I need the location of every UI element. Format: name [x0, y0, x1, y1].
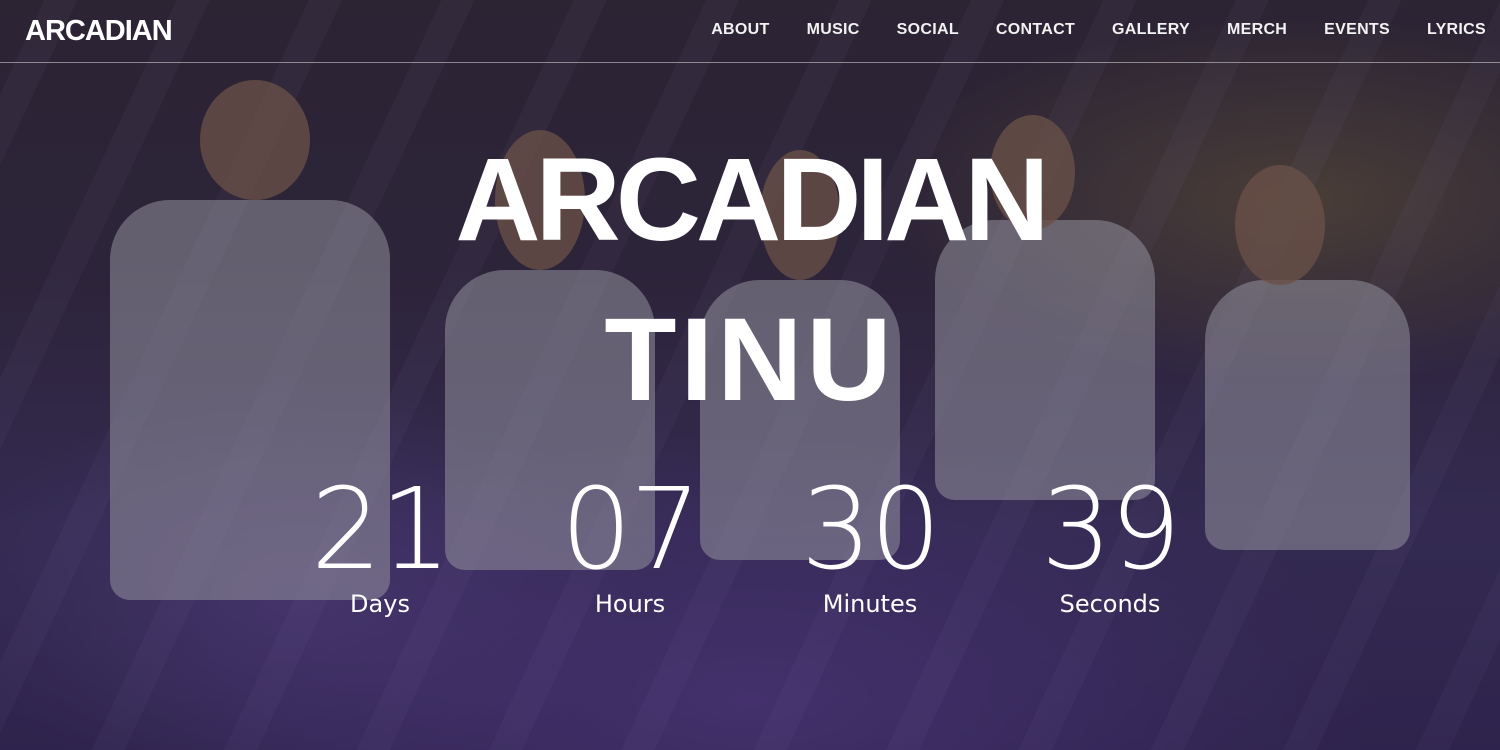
- countdown-hours: 07 Hours: [520, 470, 740, 618]
- nav-lyrics[interactable]: LYRICS: [1427, 21, 1486, 39]
- site-logo[interactable]: ARCADIAN: [25, 14, 173, 48]
- seconds-value: 39: [1040, 465, 1182, 595]
- hours-value: 07: [560, 465, 702, 595]
- seconds-label: Seconds: [1059, 590, 1161, 618]
- hero-band-logo: ARCADIAN: [455, 134, 1049, 266]
- nav-gallery[interactable]: GALLERY: [1112, 21, 1190, 39]
- countdown-days: 21 Days: [270, 470, 490, 618]
- nav-music[interactable]: MUSIC: [807, 21, 860, 39]
- minutes-label: Minutes: [822, 590, 918, 618]
- nav-about[interactable]: ABOUT: [711, 21, 769, 39]
- nav-contact[interactable]: CONTACT: [996, 21, 1075, 39]
- minutes-value: 30: [800, 465, 942, 595]
- nav-social[interactable]: SOCIAL: [897, 21, 959, 39]
- release-title: TINU: [604, 294, 896, 426]
- top-navigation-bar: ARCADIAN ABOUT MUSIC SOCIAL CONTACT GALL…: [0, 0, 1500, 63]
- days-value: 21: [310, 465, 452, 595]
- countdown-minutes: 30 Minutes: [760, 470, 980, 618]
- nav-merch[interactable]: MERCH: [1227, 21, 1287, 39]
- main-nav: ABOUT MUSIC SOCIAL CONTACT GALLERY MERCH…: [674, 21, 1486, 39]
- countdown-timer: 21 Days 07 Hours 30 Minutes 39 Seconds: [0, 470, 1500, 630]
- hours-label: Hours: [594, 590, 666, 618]
- countdown-seconds: 39 Seconds: [1000, 470, 1220, 618]
- days-label: Days: [350, 590, 410, 618]
- nav-events[interactable]: EVENTS: [1324, 21, 1390, 39]
